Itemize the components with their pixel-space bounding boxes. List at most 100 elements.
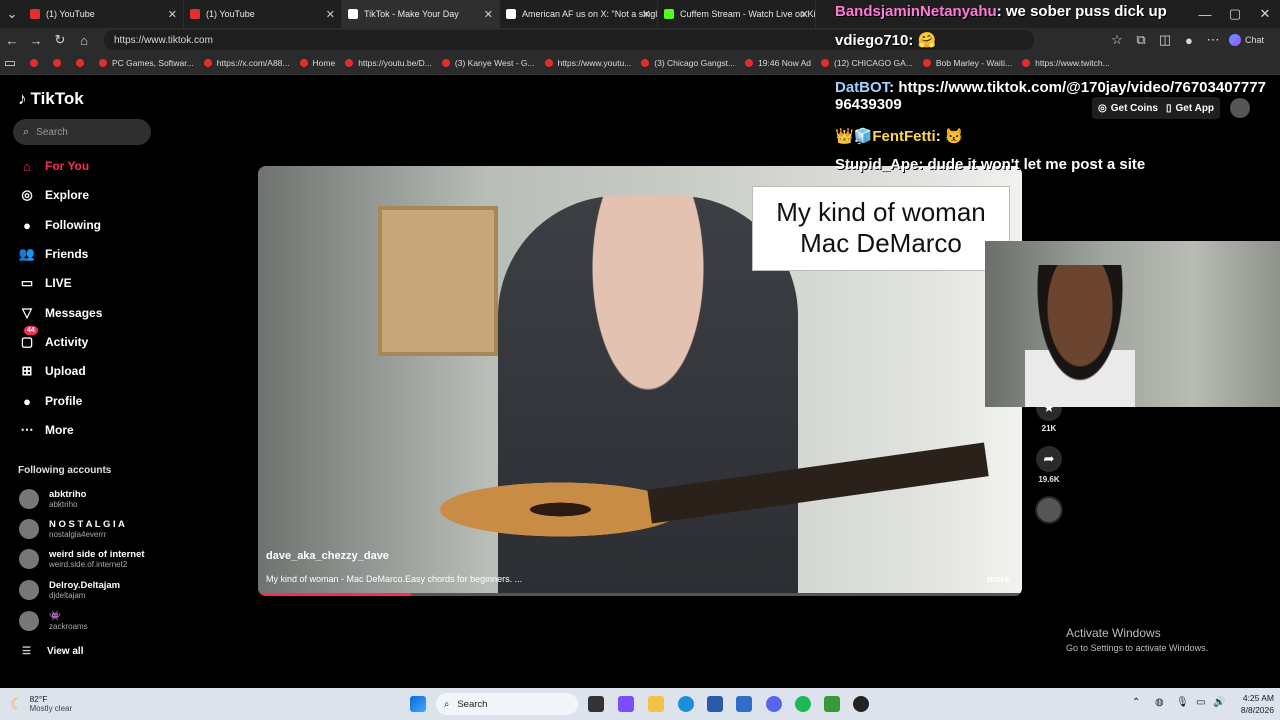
- maximize-icon[interactable]: ▢: [1220, 6, 1250, 22]
- browser-tab[interactable]: TikTok - Make Your Day ✕: [342, 0, 500, 28]
- volume-icon[interactable]: 🔊: [1213, 697, 1225, 708]
- video-description: My kind of woman - Mac DeMarco.Easy chor…: [266, 574, 523, 584]
- search-input[interactable]: ⌕ Search: [13, 119, 151, 145]
- sidebar-item-friends[interactable]: 👥 Friends: [18, 242, 88, 266]
- activate-windows-title: Activate Windows: [1066, 626, 1161, 640]
- collections-icon[interactable]: ◫: [1153, 32, 1177, 48]
- kick-app-icon[interactable]: [824, 696, 840, 712]
- tray-chevron-icon[interactable]: ⌃: [1132, 697, 1140, 708]
- bookmark-count: 21K: [1041, 424, 1057, 433]
- sidebar-item-upload[interactable]: ⊞ Upload: [18, 359, 86, 383]
- windows-start-icon[interactable]: [410, 696, 426, 712]
- bookmark-item[interactable]: Home: [299, 58, 336, 68]
- taskbar-search-label: Search: [457, 698, 488, 710]
- browser-tab[interactable]: (1) YouTube ✕: [24, 0, 184, 28]
- obs-icon[interactable]: [853, 696, 869, 712]
- discord-icon[interactable]: [766, 696, 782, 712]
- chat-text: https://www.tiktok.com/@170jay/video/767…: [835, 79, 1266, 113]
- bookmark-favicon-icon: [299, 59, 308, 67]
- tab-list-dropdown-icon[interactable]: ⌄: [0, 6, 24, 22]
- bookmark-item[interactable]: 19:46 Now Ad: [745, 58, 811, 68]
- video-player[interactable]: My kind of woman Mac DeMarco dave_aka_ch…: [258, 166, 1022, 596]
- music-disc-avatar[interactable]: [1035, 496, 1063, 524]
- copilot-chat-button[interactable]: Chat: [1228, 34, 1264, 46]
- tab-close-icon[interactable]: ✕: [484, 8, 493, 21]
- following-account-item[interactable]: weird side of internet weird.side.of.inte…: [19, 549, 145, 569]
- sidebar-item-activity[interactable]: ▢ Activity 44: [18, 326, 88, 354]
- store-icon[interactable]: [707, 696, 723, 712]
- video-author[interactable]: dave_aka_chezzy_dave: [266, 550, 389, 562]
- following-account-item[interactable]: abktriho abktriho: [19, 489, 86, 509]
- spotify-icon[interactable]: [795, 696, 811, 712]
- copilot-taskbar-icon[interactable]: [618, 696, 634, 712]
- video-progress-bar[interactable]: [258, 593, 1022, 596]
- clock[interactable]: 4:25 AM 8/8/2026: [1232, 693, 1274, 715]
- sidebar-item-following[interactable]: ● Following: [18, 213, 101, 237]
- friends-icon: 👥: [18, 246, 36, 261]
- compass-icon: ◎: [21, 187, 33, 202]
- microphone-icon[interactable]: 🎙: [1176, 697, 1189, 708]
- following-account-item[interactable]: 👾 zackroams: [19, 611, 88, 631]
- extensions-icon[interactable]: ⧉: [1129, 32, 1153, 48]
- home-browser-icon[interactable]: ⌂: [72, 33, 96, 48]
- minimize-icon[interactable]: —: [1190, 7, 1220, 22]
- view-all-link[interactable]: ☰ View all: [22, 646, 83, 657]
- bookmark-label: https://youtu.be/D...: [358, 58, 432, 68]
- bookmark-item[interactable]: [30, 59, 43, 67]
- profile-icon[interactable]: ●: [1177, 33, 1201, 48]
- file-explorer-icon[interactable]: [648, 696, 664, 712]
- sidebar-item-explore[interactable]: ◎ Explore: [18, 183, 89, 207]
- account-name: weird side of internet: [49, 549, 145, 560]
- sidebar-item-more[interactable]: ⋯ More: [18, 418, 74, 442]
- tab-close-icon[interactable]: ✕: [326, 8, 335, 21]
- browser-tab[interactable]: (1) YouTube ✕: [184, 0, 342, 28]
- browser-tab[interactable]: Cuffem Stream - Watch Live on Ki ✕: [658, 0, 816, 28]
- task-view-icon[interactable]: [588, 696, 604, 712]
- menu-dots-icon[interactable]: ⋯: [1201, 32, 1225, 48]
- bookmark-item[interactable]: https://youtu.be/D...: [345, 58, 432, 68]
- mail-icon[interactable]: [736, 696, 752, 712]
- sidebar-item-profile[interactable]: ● Profile: [18, 389, 82, 413]
- favorites-icon[interactable]: ☆: [1105, 32, 1129, 48]
- bookmark-favicon-icon: [1022, 59, 1031, 67]
- forward-icon[interactable]: →: [24, 33, 48, 48]
- weather-widget[interactable]: ☾ 82°F Mostly clear: [10, 694, 72, 713]
- bookmark-item[interactable]: https://www.youtu...: [544, 58, 631, 68]
- tab-close-icon[interactable]: ✕: [800, 8, 809, 21]
- sidebar-toggle-icon[interactable]: ▭: [0, 55, 20, 71]
- video-more-button[interactable]: more: [987, 574, 1010, 585]
- bookmark-item[interactable]: PC Games, Softwar...: [99, 58, 194, 68]
- sidebar-item-messages[interactable]: ▽ Messages: [18, 301, 102, 325]
- bookmark-item[interactable]: Bob Marley - Waiti...: [922, 58, 1012, 68]
- bookmark-item[interactable]: https://www.twitch...: [1022, 58, 1110, 68]
- back-icon[interactable]: ←: [0, 33, 24, 48]
- bookmark-item[interactable]: https://x.com/A88...: [203, 58, 290, 68]
- following-account-item[interactable]: Delroy.Deltajam djdeltajam: [19, 580, 120, 600]
- sidebar-item-live[interactable]: ▭ LIVE: [18, 271, 72, 295]
- bookmark-item[interactable]: (3) Chicago Gangst...: [641, 58, 735, 68]
- taskbar-search[interactable]: ⌕ Search: [436, 693, 578, 715]
- network-icon[interactable]: ▭: [1196, 697, 1205, 708]
- account-avatar: [19, 549, 39, 569]
- bookmark-favicon-icon: [345, 59, 354, 67]
- bookmark-item[interactable]: [76, 59, 89, 67]
- tray-apps-icon[interactable]: ◍: [1155, 697, 1164, 708]
- bookmark-item[interactable]: (3) Kanye West - G...: [441, 58, 535, 68]
- bookmark-item[interactable]: (12) CHICAGO GA...: [821, 58, 913, 68]
- following-account-item[interactable]: N O S T A L G I Anostalgia4everrr: [19, 519, 125, 539]
- close-window-icon[interactable]: ✕: [1250, 6, 1280, 22]
- tab-close-icon[interactable]: ✕: [642, 8, 651, 21]
- refresh-icon[interactable]: ↻: [48, 32, 72, 48]
- chat-separator: :: [918, 156, 928, 173]
- tiktok-logo[interactable]: ♪ TikTok: [18, 89, 84, 109]
- browser-tab[interactable]: American AF us on X: "Not a singl ✕: [500, 0, 658, 28]
- tab-close-icon[interactable]: ✕: [168, 8, 177, 21]
- bookmark-label: Home: [312, 58, 336, 68]
- sidebar-item-for-you[interactable]: ⌂ For You: [18, 154, 89, 178]
- share-action[interactable]: ➦ 19.6K: [1036, 446, 1062, 484]
- share-icon: ➦: [1036, 446, 1062, 472]
- activity-icon: ▢: [20, 334, 34, 349]
- edge-browser-icon[interactable]: [678, 696, 694, 712]
- bookmark-item[interactable]: [53, 59, 66, 67]
- activate-windows-watermark: Activate Windows Go to Settings to activ…: [1066, 626, 1208, 653]
